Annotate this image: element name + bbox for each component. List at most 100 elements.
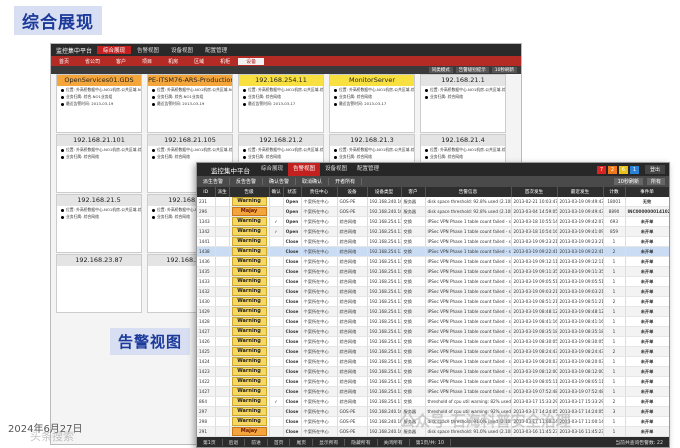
front-menu-overview[interactable]: 综合展现 [256,163,288,176]
cell-tk: 未开单 [625,337,669,347]
logout-button[interactable]: 登出 [645,165,665,174]
table-row[interactable]: 1438WarningClose个案所在中心综合网络192.168.254.13… [197,247,669,257]
column-header[interactable]: 事件单 [625,187,669,197]
column-header[interactable]: 状态 [283,187,301,197]
cell-id: 1428 [197,317,215,327]
bullet-icon [334,149,337,152]
back-sub-device[interactable]: 设备 [238,58,264,65]
back-menu-alarm[interactable]: 告警视图 [131,46,165,54]
back-sub-room[interactable]: 机房 [160,58,186,65]
cell-ctr: 个案所在中心 [301,217,337,227]
table-row[interactable]: 1441WarningClose个案所在中心综合网络192.168.254.13… [197,237,669,247]
front-menu-alarm[interactable]: 告警视图 [288,163,320,176]
front-menu-config[interactable]: 配置管理 [352,163,384,176]
device-card[interactable]: OpenServices01.GDS位置: 外高桥数据中心-NO1机房-公共区域… [56,74,142,133]
table-row[interactable]: 1429WarningClose个案所在中心综合网络192.168.254.13… [197,307,669,317]
pager-forward[interactable]: 前进 [245,439,268,446]
back-tool-refresh[interactable]: 10秒刷新 [492,67,517,73]
column-header[interactable]: 计数 [603,187,625,197]
back-tool-level[interactable]: 告警级别提示 [456,67,489,73]
ack-alarm-button[interactable]: 确认告警 [263,178,296,185]
back-sub-province[interactable]: 省公司 [77,58,108,65]
major-count-badge[interactable]: 2 [608,166,617,174]
table-row[interactable]: 864Warning✓Close个案所在中心综合网络192.168.254.11… [197,397,669,407]
back-tool-mode[interactable]: 同类模式 [429,67,453,73]
device-card[interactable]: PE-ITSM76-ARS-Production位置: 外高桥数据中心-NO1机… [147,74,233,133]
table-row[interactable]: 1424WarningClose个案所在中心综合网络192.168.254.13… [197,357,669,367]
scope-select[interactable]: 所有 [647,178,665,185]
critical-count-badge[interactable]: 7 [597,166,606,174]
pager-back[interactable]: 后退 [223,439,246,446]
table-row[interactable]: 1430WarningClose个案所在中心综合网络192.168.254.13… [197,297,669,307]
device-card-line: 位置: 外高桥数据中心-NO1机房-公共区域-NO1机柜 [148,86,232,93]
device-card[interactable]: 192.168.21.101位置: 外高桥数据中心-NO1机房-公共区域-综合网… [56,134,142,193]
hide-all-button[interactable]: 隐藏所有 [345,439,377,446]
open-all-button[interactable]: 开者所有 [329,178,362,185]
table-row[interactable]: 1423WarningClose个案所在中心综合网络192.168.254.13… [197,367,669,377]
column-header[interactable]: 设备 [337,187,367,197]
device-card-text: 业务归属: 综合网络 [248,94,281,99]
device-card-text: 位置: 外高桥数据中心-NO1机房-公共区域-综合网络机柜 [248,147,323,152]
device-card-line: 位置: 外高桥数据中心-NO1机房-公共区域-综合网络机柜 [239,146,323,153]
column-header[interactable]: 派生 [215,187,229,197]
column-header[interactable]: 最近发生 [557,187,603,197]
cell-ack: ✓ [269,397,283,407]
column-header[interactable]: 首次发生 [511,187,557,197]
table-row[interactable]: 1435WarningClose个案所在中心综合网络192.168.254.13… [197,267,669,277]
back-sub-customer[interactable]: 客户 [108,58,134,65]
column-header[interactable]: 客户 [401,187,425,197]
table-row[interactable]: 1343Warning✓Open个案所在中心综合网络192.168.254.13… [197,217,669,227]
table-row[interactable]: 1433WarningClose个案所在中心综合网络192.168.254.13… [197,277,669,287]
back-sub-cabinet[interactable]: 机柜 [212,58,238,65]
show-all-button[interactable]: 显示所有 [313,439,345,446]
column-header[interactable]: 告警信息 [425,187,511,197]
pager-home[interactable]: 首页 [268,439,291,446]
front-menu-device[interactable]: 设备视图 [320,163,352,176]
report-alarm-button[interactable]: 反告告警 [230,178,263,185]
column-header[interactable]: 确认 [269,187,283,197]
warning-count-badge[interactable]: 6 [619,166,628,174]
table-row[interactable]: 296MajayOpen个案所在中心GOS-PE192.168.240.108服… [197,207,669,217]
cell-cnt: 1 [603,357,625,367]
cell-ack [269,377,283,387]
table-row[interactable]: 1436WarningClose个案所在中心综合网络192.168.254.13… [197,257,669,267]
back-menu-device[interactable]: 设备视图 [165,46,199,54]
back-sub-region[interactable]: 区域 [186,58,212,65]
column-header[interactable]: ID [197,187,215,197]
cell-ctr: 个案所在中心 [301,317,337,327]
bullet-icon [425,149,428,152]
refresh-select[interactable]: 10秒刷新 [614,178,643,185]
back-sub-home[interactable]: 首页 [51,58,77,65]
table-row[interactable]: 231WarningOpen个案所在中心GOS-PE192.168.240.10… [197,197,669,207]
cell-st: Close [283,317,301,327]
cell-last: 2013-03-19 09:23:21 [557,237,603,247]
device-card[interactable]: 192.168.21.1位置: 外高桥数据中心-NO1机房-公共区域-综合网络机… [420,74,506,133]
back-menu-config[interactable]: 配置管理 [199,46,233,54]
table-row[interactable]: 1428WarningClose个案所在中心综合网络192.168.254.13… [197,317,669,327]
pager-first[interactable]: 第1页 [197,439,223,446]
pager-last[interactable]: 尾页 [290,439,313,446]
derive-alarm-button[interactable]: 派生告警 [197,178,230,185]
back-menu-overview[interactable]: 综合展现 [97,46,131,54]
bullet-icon [243,96,246,99]
table-row[interactable]: 1427WarningClose个案所在中心综合网络192.168.254.13… [197,327,669,337]
cell-first: 2013-03-19 08:51:21 [511,297,557,307]
cancel-ack-button[interactable]: 取消确认 [296,178,329,185]
device-card[interactable]: 192.168.23.87 [56,254,142,313]
back-sub-project[interactable]: 项目 [134,58,160,65]
column-header[interactable]: 责任中心 [301,187,337,197]
table-row[interactable]: 1342Warning✓Open个案所在中心综合网络192.168.254.13… [197,227,669,237]
cell-dev: GOS-PE [337,427,367,437]
table-row[interactable]: 1426WarningClose个案所在中心综合网络192.168.254.13… [197,337,669,347]
device-card[interactable]: MonitorServer位置: 外高桥数据中心-NO1机房-公共区域-综合网络… [329,74,415,133]
table-row[interactable]: 1427WarningClose个案所在中心综合网络192.168.254.13… [197,387,669,397]
table-row[interactable]: 1422WarningClose个案所在中心综合网络192.168.254.13… [197,377,669,387]
info-count-badge[interactable]: 1 [630,166,639,174]
device-card[interactable]: 192.168.254.11位置: 外高桥数据中心-NO1机房-公共区域-综合网… [238,74,324,133]
table-row[interactable]: 1432WarningClose个案所在中心综合网络192.168.254.13… [197,287,669,297]
table-row[interactable]: 1425WarningClose个案所在中心综合网络192.168.254.13… [197,347,669,357]
column-header[interactable]: 设备类型 [367,187,401,197]
device-card[interactable]: 192.168.21.5位置: 外高桥数据中心-NO1机房-公共区域-综合网络机… [56,194,142,253]
column-header[interactable]: 告级 [229,187,269,197]
close-all-button[interactable]: 关闭所有 [378,439,410,446]
